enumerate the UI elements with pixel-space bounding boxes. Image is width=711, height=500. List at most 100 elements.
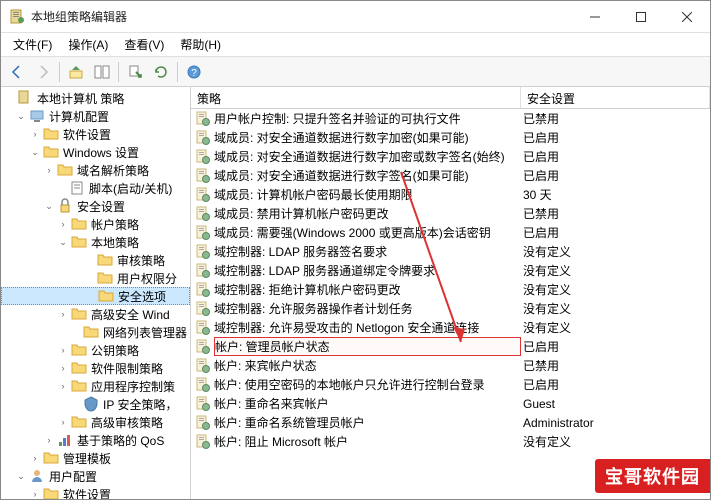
chevron-down-icon[interactable]: ⌄ [15,111,27,122]
policy-row[interactable]: 域控制器: 允许易受攻击的 Netlogon 安全通道连接没有定义 [191,318,710,337]
tree-security-settings[interactable]: ⌄安全设置 [1,197,190,215]
policy-setting: 已启用 [521,338,710,355]
forward-button[interactable] [31,60,55,84]
folder-icon [83,324,99,340]
tree-account-policies[interactable]: ›帐户策略 [1,215,190,233]
chevron-right-icon[interactable]: › [29,489,41,499]
tree-qos[interactable]: ›基于策略的 QoS [1,431,190,449]
policy-setting: 已启用 [521,167,710,184]
policy-row[interactable]: 域控制器: 允许服务器操作者计划任务没有定义 [191,299,710,318]
column-setting[interactable]: 安全设置 [521,87,710,108]
column-policy[interactable]: 策略 [191,87,521,108]
chevron-down-icon[interactable]: ⌄ [57,237,69,248]
help-button[interactable]: ? [182,60,206,84]
chevron-right-icon[interactable]: › [57,363,69,373]
chevron-right-icon[interactable]: › [57,345,69,355]
chevron-right-icon[interactable]: › [43,165,55,175]
policy-row[interactable]: 域成员: 对安全通道数据进行数字签名(如果可能)已启用 [191,166,710,185]
tree-security-options[interactable]: 安全选项 [1,287,190,305]
policy-setting: 30 天 [521,186,710,203]
policy-row[interactable]: 域成员: 禁用计算机帐户密码更改已禁用 [191,204,710,223]
svg-text:?: ? [191,68,197,79]
policy-row[interactable]: 帐户: 来宾帐户状态已禁用 [191,356,710,375]
main-window: 本地组策略编辑器 文件(F) 操作(A) 查看(V) 帮助(H) ? 本地计算机… [0,0,711,500]
policy-name: 域成员: 计算机帐户密码最长使用期限 [214,186,521,203]
close-button[interactable] [664,1,710,33]
policy-name: 域控制器: 允许服务器操作者计划任务 [214,300,521,317]
chevron-down-icon[interactable]: ⌄ [43,201,55,212]
tree-ip-security[interactable]: IP 安全策略， [1,395,190,413]
maximize-button[interactable] [618,1,664,33]
policy-name: 帐户: 重命名来宾帐户 [214,395,521,412]
policy-row[interactable]: 域控制器: 拒绝计算机帐户密码更改没有定义 [191,280,710,299]
policy-name: 域控制器: LDAP 服务器签名要求 [214,243,521,260]
policy-row[interactable]: 帐户: 管理员帐户状态已启用 [191,337,710,356]
list-body[interactable]: 用户帐户控制: 只提升签名并验证的可执行文件已禁用域成员: 对安全通道数据进行数… [191,109,710,499]
folder-icon [71,216,87,232]
policy-item-icon [195,358,211,374]
chevron-right-icon[interactable]: › [29,129,41,139]
tree-scripts[interactable]: 脚本(启动/关机) [1,179,190,197]
tree-user-config[interactable]: ⌄用户配置 [1,467,190,485]
back-button[interactable] [5,60,29,84]
tree-audit-policy[interactable]: 审核策略 [1,251,190,269]
script-icon [69,180,85,196]
tree-advanced-audit[interactable]: ›高级审核策略 [1,413,190,431]
policy-item-icon [195,187,211,203]
tree-advanced-windows[interactable]: ›高级安全 Wind [1,305,190,323]
policy-setting: 已启用 [521,129,710,146]
tree-app-control[interactable]: ›应用程序控制策 [1,377,190,395]
chevron-right-icon[interactable]: › [57,417,69,427]
policy-item-icon [195,149,211,165]
tree-local-policies[interactable]: ⌄本地策略 [1,233,190,251]
chevron-right-icon[interactable]: › [57,219,69,229]
tree-software-restriction[interactable]: ›软件限制策略 [1,359,190,377]
chevron-down-icon[interactable]: ⌄ [15,471,27,482]
up-button[interactable] [64,60,88,84]
tree-root[interactable]: 本地计算机 策略 [1,89,190,107]
minimize-button[interactable] [572,1,618,33]
policy-row[interactable]: 用户帐户控制: 只提升签名并验证的可执行文件已禁用 [191,109,710,128]
tree-windows-settings[interactable]: ⌄Windows 设置 [1,143,190,161]
chevron-down-icon[interactable]: ⌄ [29,147,41,158]
show-hide-button[interactable] [90,60,114,84]
tree-name-resolution[interactable]: ›域名解析策略 [1,161,190,179]
policy-name: 域成员: 需要强(Windows 2000 或更高版本)会话密钥 [214,224,521,241]
policy-row[interactable]: 帐户: 重命名系统管理员帐户Administrator [191,413,710,432]
chart-icon [57,432,73,448]
menu-help[interactable]: 帮助(H) [172,34,229,55]
policy-row[interactable]: 帐户: 使用空密码的本地帐户只允许进行控制台登录已启用 [191,375,710,394]
menu-action[interactable]: 操作(A) [60,34,116,55]
export-button[interactable] [123,60,147,84]
chevron-right-icon[interactable]: › [57,381,69,391]
content-area: 本地计算机 策略 ⌄计算机配置 ›软件设置 ⌄Windows 设置 ›域名解析策… [1,87,710,499]
policy-row[interactable]: 域成员: 对安全通道数据进行数字加密或数字签名(始终)已启用 [191,147,710,166]
tree-computer-config[interactable]: ⌄计算机配置 [1,107,190,125]
chevron-right-icon[interactable]: › [57,309,69,319]
tree-public-key[interactable]: ›公钥策略 [1,341,190,359]
folder-icon [97,270,113,286]
chevron-right-icon[interactable]: › [29,453,41,463]
policy-row[interactable]: 帐户: 阻止 Microsoft 帐户没有定义 [191,432,710,451]
tree-software-settings[interactable]: ›软件设置 [1,125,190,143]
policy-row[interactable]: 域成员: 计算机帐户密码最长使用期限30 天 [191,185,710,204]
menu-view[interactable]: 查看(V) [116,34,172,55]
folder-icon [97,252,113,268]
refresh-button[interactable] [149,60,173,84]
tree-admin-templates[interactable]: ›管理模板 [1,449,190,467]
computer-icon [29,108,45,124]
tree-user-rights[interactable]: 用户权限分 [1,269,190,287]
chevron-right-icon[interactable]: › [43,435,55,445]
tree-pane[interactable]: 本地计算机 策略 ⌄计算机配置 ›软件设置 ⌄Windows 设置 ›域名解析策… [1,87,191,499]
menu-file[interactable]: 文件(F) [5,34,60,55]
tree-software-settings-2[interactable]: ›软件设置 [1,485,190,499]
policy-row[interactable]: 域控制器: LDAP 服务器通道绑定令牌要求没有定义 [191,261,710,280]
policy-item-icon [195,339,211,355]
policy-name: 域成员: 对安全通道数据进行数字加密或数字签名(始终) [214,148,521,165]
policy-item-icon [195,130,211,146]
policy-row[interactable]: 帐户: 重命名来宾帐户Guest [191,394,710,413]
policy-row[interactable]: 域控制器: LDAP 服务器签名要求没有定义 [191,242,710,261]
tree-network-list[interactable]: 网络列表管理器 [1,323,190,341]
policy-row[interactable]: 域成员: 需要强(Windows 2000 或更高版本)会话密钥已启用 [191,223,710,242]
policy-row[interactable]: 域成员: 对安全通道数据进行数字加密(如果可能)已启用 [191,128,710,147]
